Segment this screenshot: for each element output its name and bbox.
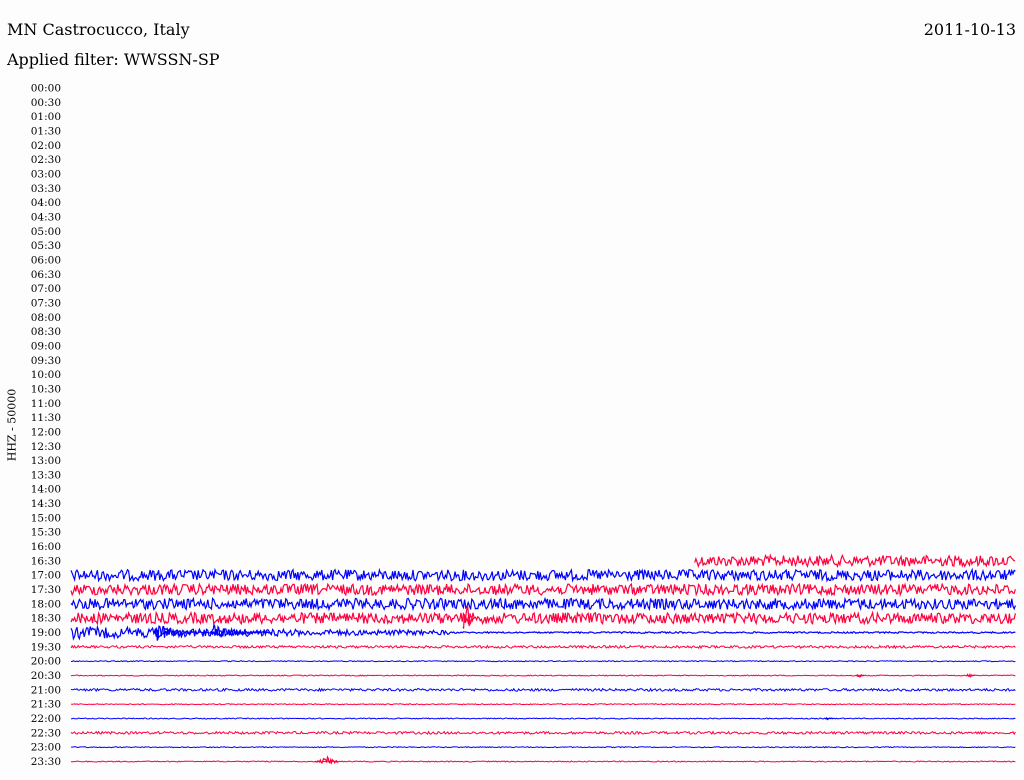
seismic-traces — [70, 553, 1016, 763]
row-tick-label: 18:00 — [31, 598, 61, 610]
row-tick-label: 16:30 — [31, 555, 61, 567]
event-blip — [966, 672, 975, 678]
row-tick-label: 16:00 — [31, 541, 61, 553]
row-tick-label: 09:30 — [31, 355, 61, 367]
trace-row-2000 — [70, 660, 1016, 663]
row-tick-label: 23:30 — [31, 756, 61, 768]
row-tick-label: 12:00 — [31, 426, 61, 438]
trace-row-1800 — [70, 596, 1016, 612]
row-tick-label: 01:00 — [31, 111, 61, 123]
trace-row-1730 — [70, 582, 1016, 598]
row-tick-label: 20:30 — [31, 670, 61, 682]
row-tick-label: 00:30 — [31, 97, 61, 109]
row-tick-label: 22:30 — [31, 727, 61, 739]
trace-row-1700 — [70, 567, 1016, 583]
trace-row-2230 — [70, 730, 1016, 736]
trace-row-2330 — [70, 760, 1016, 763]
row-tick-label: 10:30 — [31, 383, 61, 395]
row-tick-label: 09:00 — [31, 340, 61, 352]
row-tick-label: 07:00 — [31, 283, 61, 295]
row-tick-label: 02:30 — [31, 154, 61, 166]
row-tick-label: 03:30 — [31, 183, 61, 195]
row-tick-label: 06:00 — [31, 254, 61, 266]
row-tick-label: 06:30 — [31, 269, 61, 281]
trace-row-2100 — [70, 687, 1016, 693]
row-tick-label: 04:00 — [31, 197, 61, 209]
row-tick-label: 11:00 — [31, 398, 61, 410]
row-tick-label: 20:00 — [31, 656, 61, 668]
row-tick-label: 21:30 — [31, 699, 61, 711]
trace-row-2030 — [70, 674, 1016, 677]
row-tick-label: 05:00 — [31, 226, 61, 238]
trace-row-2300 — [70, 746, 1016, 749]
row-tick-label: 15:00 — [31, 512, 61, 524]
trace-row-2200 — [70, 717, 1016, 720]
trace-row-1630 — [694, 553, 1016, 569]
trace-row-2130 — [70, 703, 1016, 706]
row-tick-label: 17:30 — [31, 584, 61, 596]
row-tick-label: 08:30 — [31, 326, 61, 338]
seismic-events — [153, 605, 975, 765]
row-tick-label: 03:00 — [31, 168, 61, 180]
row-tick-label: 12:30 — [31, 441, 61, 453]
row-tick-label: 04:30 — [31, 211, 61, 223]
row-tick-label: 19:00 — [31, 627, 61, 639]
trace-row-1830 — [70, 610, 1016, 626]
row-tick-label: 21:00 — [31, 684, 61, 696]
event-blip — [855, 673, 865, 678]
trace-row-1930 — [70, 644, 1016, 650]
row-tick-label: 13:30 — [31, 469, 61, 481]
row-tick-label: 19:30 — [31, 641, 61, 653]
row-tick-label: 14:30 — [31, 498, 61, 510]
row-tick-label: 18:30 — [31, 613, 61, 625]
row-tick-label: 14:00 — [31, 484, 61, 496]
row-tick-label: 13:00 — [31, 455, 61, 467]
row-tick-label: 05:30 — [31, 240, 61, 252]
row-tick-label: 10:00 — [31, 369, 61, 381]
row-tick-label: 02:00 — [31, 140, 61, 152]
row-tick-label: 11:30 — [31, 412, 61, 424]
row-tick-label: 15:30 — [31, 527, 61, 539]
row-tick-label: 01:30 — [31, 125, 61, 137]
row-tick-label: 17:00 — [31, 570, 61, 582]
row-tick-label: 08:00 — [31, 312, 61, 324]
row-tick-labels: 00:00 00:30 01:00 01:30 02:00 02:30 03:00 03:30… — [31, 83, 61, 769]
row-tick-label: 00:00 — [31, 83, 61, 95]
row-tick-label: 22:00 — [31, 713, 61, 725]
helicorder-plot: 00:00 00:30 01:00 01:30 02:00 02:30 03:00 03:30… — [31, 83, 1016, 769]
row-tick-label: 23:00 — [31, 742, 61, 754]
row-tick-label: 07:30 — [31, 297, 61, 309]
